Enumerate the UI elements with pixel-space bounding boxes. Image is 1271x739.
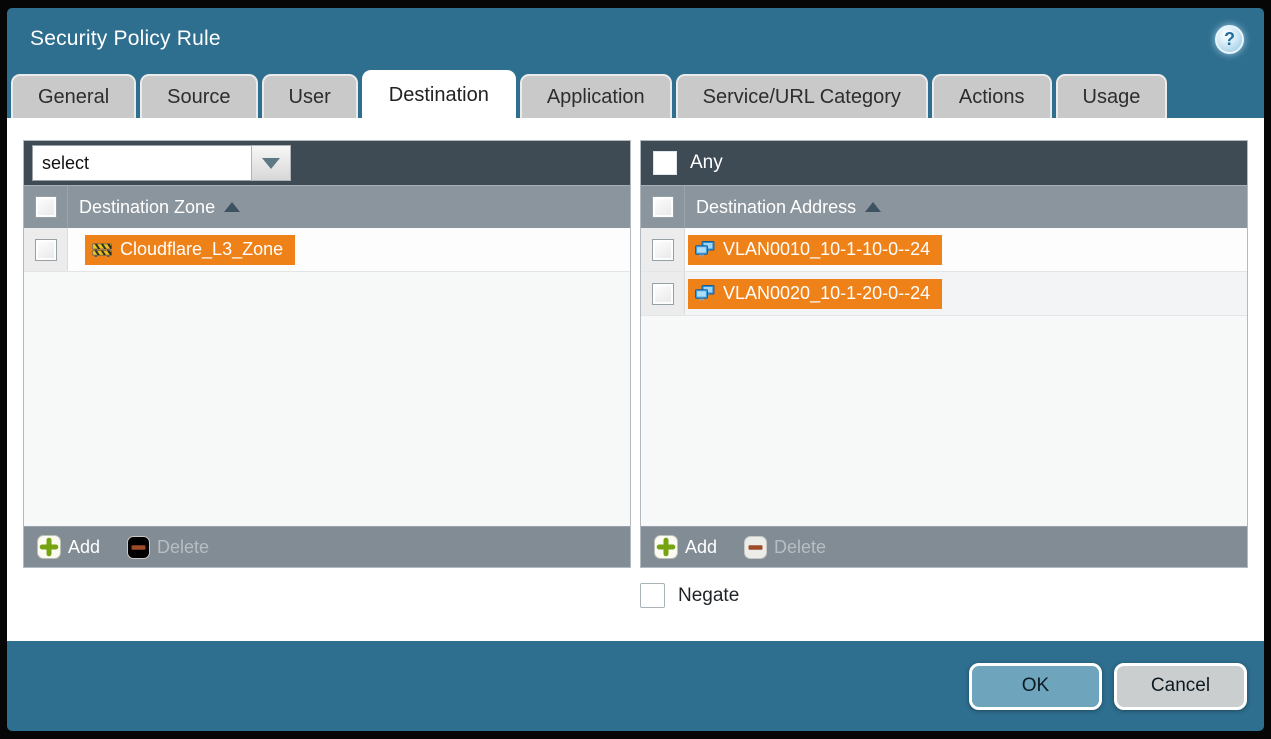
ok-button[interactable]: OK [969,663,1102,710]
tab-user[interactable]: User [262,74,358,118]
address-list: VLAN0010_10-1-10-0--24 [641,228,1247,526]
address-chip[interactable]: VLAN0020_10-1-20-0--24 [688,279,942,309]
tab-source[interactable]: Source [140,74,257,118]
zone-select-dropdown-button[interactable] [251,145,291,181]
security-policy-rule-dialog: Security Policy Rule ? General Source Us… [7,8,1264,731]
zone-footer: Add Delete [24,526,630,567]
zone-row[interactable]: Cloudflare_L3_Zone [24,228,630,272]
tab-bar: General Source User Destination Applicat… [7,70,1264,118]
zone-row-checkbox[interactable] [35,239,57,261]
tab-destination[interactable]: Destination [362,70,516,118]
tab-application[interactable]: Application [520,74,672,118]
zone-column-header[interactable]: Destination Zone [24,185,630,228]
titlebar: Security Policy Rule ? [7,8,1264,70]
address-row-label: VLAN0010_10-1-10-0--24 [723,239,930,260]
delete-minus-icon [744,536,767,559]
negate-row: Negate [23,583,1248,608]
tab-general[interactable]: General [11,74,136,118]
tab-actions[interactable]: Actions [932,74,1052,118]
negate-checkbox[interactable] [640,583,665,608]
add-plus-icon [37,535,61,559]
dialog-footer: OK Cancel [7,641,1264,731]
zone-list: Cloudflare_L3_Zone [24,228,630,526]
tab-service-url-category[interactable]: Service/URL Category [676,74,928,118]
address-row[interactable]: VLAN0020_10-1-20-0--24 [641,272,1247,316]
zone-delete-label: Delete [157,537,209,558]
address-add-label: Add [685,537,717,558]
dialog-title: Security Policy Rule [30,27,221,51]
address-add-button[interactable]: Add [654,535,717,559]
any-label: Any [690,152,723,174]
address-row-checkbox[interactable] [652,283,674,305]
address-delete-button[interactable]: Delete [744,536,826,559]
address-select-all-checkbox[interactable] [652,196,674,218]
address-icon [695,241,715,258]
address-delete-label: Delete [774,537,826,558]
help-icon[interactable]: ? [1215,25,1244,54]
zone-delete-button[interactable]: Delete [127,536,209,559]
destination-zone-panel: Destination Zone [23,140,631,568]
zone-select-combo [32,145,291,181]
zone-add-button[interactable]: Add [37,535,100,559]
address-column-header[interactable]: Destination Address [641,185,1247,228]
address-footer: Add Delete [641,526,1247,567]
address-row-label: VLAN0020_10-1-20-0--24 [723,283,930,304]
tab-content: Destination Zone [7,118,1264,641]
sort-ascending-icon [224,202,240,212]
address-toolbar: Any [641,141,1247,185]
destination-address-panel: Any Destination Address [640,140,1248,568]
address-row[interactable]: VLAN0010_10-1-10-0--24 [641,228,1247,272]
zone-select-all-checkbox[interactable] [35,196,57,218]
tab-usage[interactable]: Usage [1056,74,1168,118]
add-plus-icon [654,535,678,559]
zone-icon [92,242,112,258]
zone-row-label: Cloudflare_L3_Zone [120,239,283,260]
zone-select-input[interactable] [32,145,251,181]
address-chip[interactable]: VLAN0010_10-1-10-0--24 [688,235,942,265]
zone-toolbar [24,141,630,185]
address-icon [695,285,715,302]
delete-minus-icon [127,536,150,559]
cancel-button[interactable]: Cancel [1114,663,1247,710]
zone-chip[interactable]: Cloudflare_L3_Zone [85,235,295,265]
address-row-checkbox[interactable] [652,239,674,261]
sort-ascending-icon [865,202,881,212]
any-checkbox[interactable] [653,151,677,175]
address-column-label: Destination Address [696,197,856,218]
zone-add-label: Add [68,537,100,558]
negate-label: Negate [678,585,739,607]
zone-column-label: Destination Zone [79,197,215,218]
chevron-down-icon [262,158,280,169]
